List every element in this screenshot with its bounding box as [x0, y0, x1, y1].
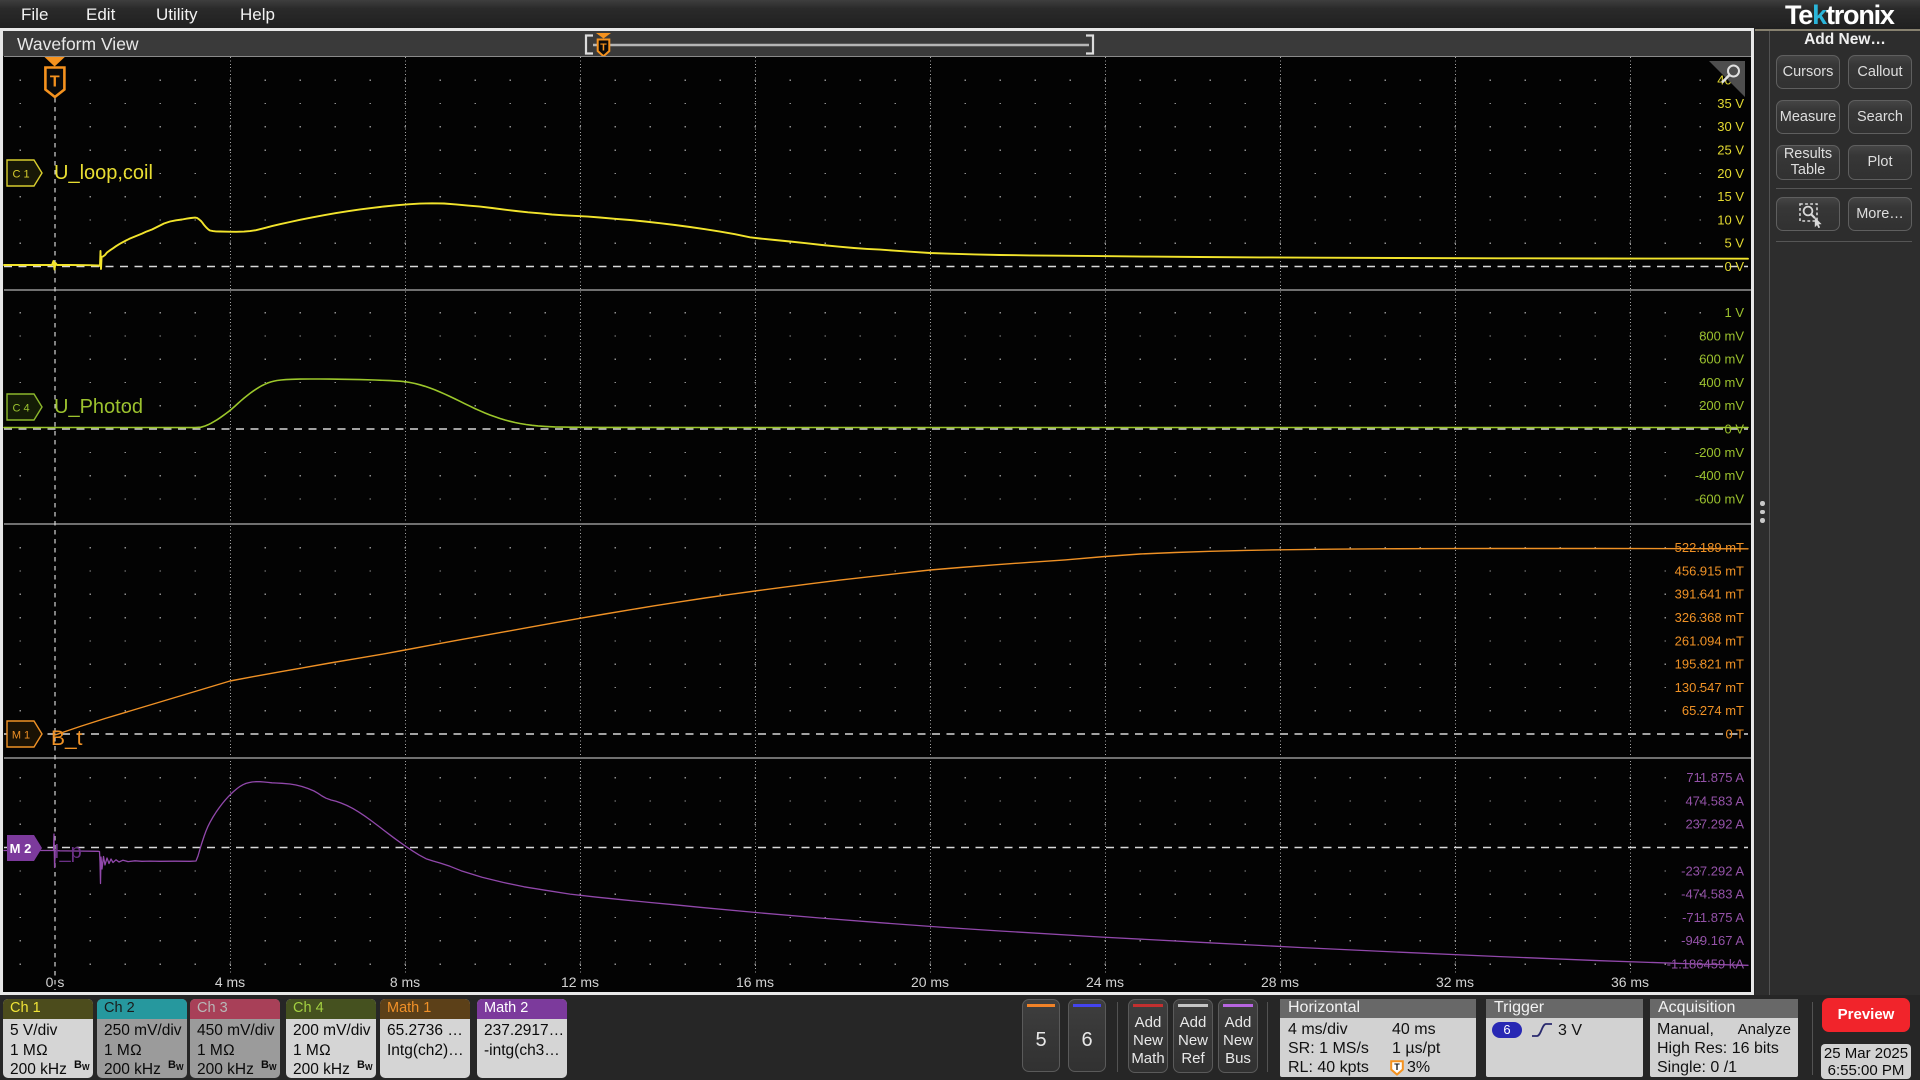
svg-text:391.641 mT: 391.641 mT	[1675, 587, 1744, 602]
svg-text:U_loop,coil: U_loop,coil	[54, 162, 153, 184]
svg-text:0 V: 0 V	[1724, 422, 1744, 437]
svg-text:35 V: 35 V	[1717, 96, 1744, 111]
svg-text:0 s: 0 s	[46, 974, 65, 990]
svg-text:400 mV: 400 mV	[1699, 375, 1744, 390]
svg-text:C 4: C 4	[12, 403, 29, 415]
svg-text:C 1: C 1	[12, 169, 29, 181]
svg-text:-474.583 A: -474.583 A	[1681, 887, 1744, 902]
svg-text:-400 mV: -400 mV	[1695, 468, 1744, 483]
svg-text:-711.875 A: -711.875 A	[1682, 910, 1744, 925]
svg-text:28 ms: 28 ms	[1261, 974, 1299, 990]
svg-text:15 V: 15 V	[1717, 189, 1744, 204]
svg-text:4 ms: 4 ms	[215, 974, 245, 990]
svg-text:522.189 mT: 522.189 mT	[1675, 540, 1744, 555]
svg-text:I_p: I_p	[54, 841, 82, 863]
svg-text:800 mV: 800 mV	[1699, 328, 1744, 343]
svg-text:20 V: 20 V	[1717, 166, 1744, 181]
svg-text:456.915 mT: 456.915 mT	[1675, 563, 1744, 578]
svg-text:25 V: 25 V	[1717, 143, 1744, 158]
svg-text:195.821 mT: 195.821 mT	[1675, 657, 1744, 672]
svg-text:12 ms: 12 ms	[561, 974, 599, 990]
svg-text:B_t: B_t	[51, 727, 83, 750]
svg-text:16 ms: 16 ms	[736, 974, 774, 990]
svg-text:-200 mV: -200 mV	[1695, 445, 1744, 460]
svg-text:326.368 mT: 326.368 mT	[1675, 610, 1744, 625]
svg-text:237.292 A: 237.292 A	[1685, 817, 1744, 832]
svg-text:32 ms: 32 ms	[1436, 974, 1474, 990]
svg-text:36 ms: 36 ms	[1611, 974, 1649, 990]
svg-text:8 ms: 8 ms	[390, 974, 420, 990]
svg-text:T: T	[1394, 1062, 1400, 1072]
svg-text:0 T: 0 T	[1725, 727, 1744, 742]
svg-text:0 V: 0 V	[1724, 259, 1744, 274]
svg-text:1 V: 1 V	[1724, 305, 1744, 320]
svg-text:M 1: M 1	[12, 730, 30, 742]
svg-text:T: T	[50, 74, 60, 91]
svg-text:200 mV: 200 mV	[1699, 398, 1744, 413]
svg-text:65.274 mT: 65.274 mT	[1682, 703, 1744, 718]
svg-text:U_Photod: U_Photod	[54, 396, 143, 418]
svg-text:5 V: 5 V	[1724, 236, 1744, 251]
svg-text:30 V: 30 V	[1717, 119, 1744, 134]
svg-text:20 ms: 20 ms	[911, 974, 949, 990]
svg-text:711.875 A: 711.875 A	[1686, 770, 1744, 785]
svg-text:-1.186459 kA: -1.186459 kA	[1667, 957, 1745, 972]
svg-text:261.094 mT: 261.094 mT	[1675, 633, 1744, 648]
svg-text:M 2: M 2	[10, 841, 32, 856]
svg-text:-237.292 A: -237.292 A	[1681, 863, 1744, 878]
svg-text:-600 mV: -600 mV	[1695, 491, 1744, 506]
svg-text:600 mV: 600 mV	[1699, 352, 1744, 367]
svg-text:-949.167 A: -949.167 A	[1681, 933, 1744, 948]
svg-text:10 V: 10 V	[1717, 212, 1744, 227]
svg-text:24 ms: 24 ms	[1086, 974, 1124, 990]
svg-text:130.547 mT: 130.547 mT	[1675, 680, 1744, 695]
svg-text:474.583 A: 474.583 A	[1685, 793, 1744, 808]
